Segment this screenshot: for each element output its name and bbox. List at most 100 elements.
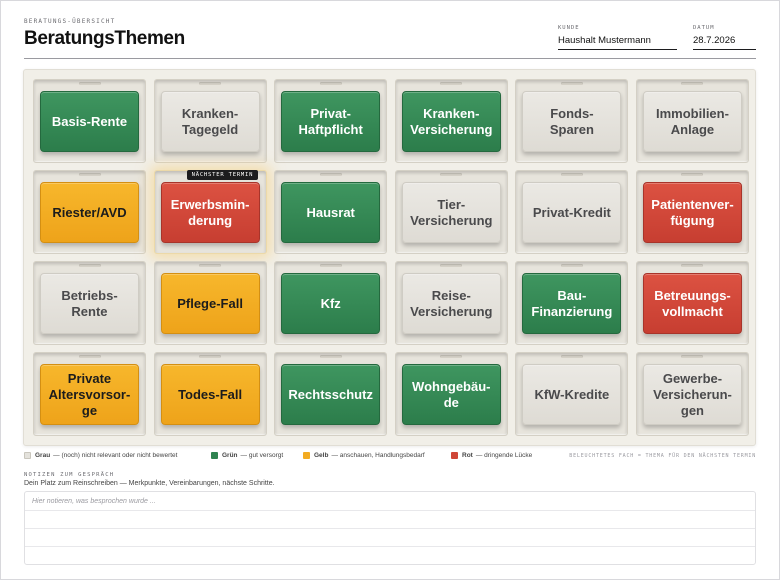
topic-tile-label: Kranken- Tagegeld <box>181 105 239 137</box>
slot-notch <box>78 355 101 358</box>
topic-tile[interactable]: Tier- Versicherung <box>401 182 501 243</box>
kunde-input[interactable]: Haushalt Mustermann <box>558 35 677 50</box>
page-eyebrow: BERATUNGS-ÜBERSICHT <box>24 18 116 25</box>
topic-tile[interactable]: Kfz <box>281 273 381 334</box>
topic-tile-label: Riester/AVD <box>52 204 127 220</box>
slot-notch <box>560 355 583 358</box>
topic-tile-label: Patientenver- fügung <box>651 196 734 228</box>
topic-slot: Rechtsschutz <box>274 352 388 436</box>
slot-notch <box>440 82 463 85</box>
topic-tile[interactable]: Bau- Finanzierung <box>522 273 622 334</box>
topic-tile[interactable]: Gewerbe- Versicherun- gen <box>642 364 742 425</box>
topic-tile[interactable]: Pflege-Fall <box>160 273 260 334</box>
topic-tile[interactable]: Hausrat <box>281 182 381 243</box>
topic-tile[interactable]: Fonds-Sparen <box>522 91 622 152</box>
legend: Grau — (noch) nicht relevant oder nicht … <box>24 452 756 464</box>
topic-tile-label: Reise- Versicherung <box>410 287 493 319</box>
topic-tile[interactable]: Basis-Rente <box>40 91 139 152</box>
legend-name: Grau <box>35 452 51 459</box>
header: BERATUNGS-ÜBERSICHT BeratungsThemen KUND… <box>24 18 756 58</box>
topic-tile-label: Rechtsschutz <box>288 386 373 402</box>
topic-tile[interactable]: Private Altersvorsor- ge <box>40 364 139 425</box>
legend-name: Rot <box>462 452 473 459</box>
topic-tile-label: Tier- Versicherung <box>410 196 493 228</box>
datum-input[interactable]: 28.7.2026 <box>693 35 756 50</box>
topic-tile[interactable]: Betreuungs- vollmacht <box>642 273 742 334</box>
topic-tile[interactable]: Rechtsschutz <box>281 364 381 425</box>
notes-heading: NOTIZEN ZUM GESPRÄCH <box>24 472 115 478</box>
topic-board: Basis-Rente Kranken- Tagegeld Privat- Haft… <box>23 69 756 446</box>
legend-name: Grün <box>222 452 238 459</box>
topic-slot: Riester/AVD <box>33 170 146 254</box>
slot-notch <box>199 264 222 267</box>
legend-item-grau: Grau — (noch) nicht relevant oder nicht … <box>24 452 177 459</box>
legend-swatch-rot <box>451 452 458 459</box>
slot-notch <box>199 355 222 358</box>
legend-hint: BELEUCHTETES FACH = THEMA FÜR DEN NÄCHST… <box>569 453 756 459</box>
slot-notch <box>681 82 704 85</box>
topic-slot: KfW-Kredite <box>515 352 629 436</box>
topic-slot: Kfz <box>274 261 388 345</box>
topic-slot: NÄCHSTER TERMIN Erwerbsmin- derung <box>153 170 267 254</box>
legend-swatch-grau <box>24 452 31 459</box>
notes-textarea[interactable]: Hier notieren, was besprochen wurde ... <box>24 491 756 565</box>
slot-notch <box>440 173 463 176</box>
topic-tile[interactable]: Betriebs- Rente <box>40 273 139 334</box>
topic-tile[interactable]: Wohngebäu- de <box>401 364 501 425</box>
legend-item-gruen: Grün — gut versorgt <box>211 452 283 459</box>
datum-field: DATUM 28.7.2026 <box>693 25 756 50</box>
topic-tile[interactable]: KfW-Kredite <box>522 364 622 425</box>
topic-tile[interactable]: Immobilien- Anlage <box>642 91 742 152</box>
header-divider <box>24 58 756 59</box>
legend-name: Gelb <box>314 452 329 459</box>
slot-notch <box>681 355 704 358</box>
topic-tile[interactable]: Kranken- Versicherung <box>401 91 501 152</box>
topic-tile-label: Hausrat <box>306 204 355 220</box>
topic-slot: Patientenver- fügung <box>635 170 749 254</box>
page-title: BeratungsThemen <box>24 28 185 49</box>
topic-tile-label: Erwerbsmin- derung <box>170 196 250 228</box>
legend-swatch-gruen <box>211 452 218 459</box>
slot-notch <box>440 264 463 267</box>
topic-slot: Kranken- Versicherung <box>394 79 508 163</box>
topic-grid: Basis-Rente Kranken- Tagegeld Privat- Haft… <box>33 79 749 436</box>
slot-notch <box>319 355 342 358</box>
slot-notch <box>78 264 101 267</box>
topic-slot: Wohngebäu- de <box>394 352 508 436</box>
topic-slot: Betriebs- Rente <box>33 261 146 345</box>
topic-tile[interactable]: Patientenver- fügung <box>642 182 742 243</box>
topic-tile[interactable]: Privat- Haftpflicht <box>281 91 381 152</box>
topic-slot: Bau- Finanzierung <box>515 261 629 345</box>
topic-tile[interactable]: Reise- Versicherung <box>401 273 501 334</box>
legend-item-gelb: Gelb — anschauen, Handlungsbedarf <box>303 452 425 459</box>
notes-rule <box>25 546 755 547</box>
topic-slot: Kranken- Tagegeld <box>153 79 267 163</box>
legend-text: — anschauen, Handlungsbedarf <box>331 452 425 459</box>
topic-tile[interactable]: Privat-Kredit <box>522 182 622 243</box>
topic-tile[interactable]: Todes-Fall <box>160 364 260 425</box>
topic-tile-label: Kranken- Versicherung <box>410 105 493 137</box>
next-appointment-badge: NÄCHSTER TERMIN <box>186 170 259 180</box>
topic-tile[interactable]: Erwerbsmin- derung <box>160 182 260 243</box>
topic-tile-label: KfW-Kredite <box>534 386 610 402</box>
topic-tile-label: Fonds-Sparen <box>549 105 594 137</box>
topic-slot: Gewerbe- Versicherun- gen <box>635 352 749 436</box>
topic-tile-label: Privat-Kredit <box>532 204 611 220</box>
topic-slot: Immobilien- Anlage <box>635 79 749 163</box>
topic-tile-label: Bau- Finanzierung <box>531 287 613 319</box>
slot-notch <box>681 173 704 176</box>
legend-text: — (noch) nicht relevant oder nicht bewer… <box>53 452 178 459</box>
topic-slot: Basis-Rente <box>33 79 146 163</box>
topic-slot: Private Altersvorsor- ge <box>33 352 146 436</box>
notes-rule <box>25 528 755 529</box>
topic-tile-label: Basis-Rente <box>51 113 128 129</box>
kunde-label: KUNDE <box>558 25 580 31</box>
legend-text: — gut versorgt <box>240 452 284 459</box>
slot-notch <box>78 173 101 176</box>
legend-text: — dringende Lücke <box>475 452 533 459</box>
slot-notch <box>560 264 583 267</box>
topic-tile[interactable]: Riester/AVD <box>40 182 139 243</box>
topic-tile[interactable]: Kranken- Tagegeld <box>160 91 260 152</box>
notes-placeholder: Hier notieren, was besprochen wurde ... <box>32 498 156 505</box>
topic-slot: Reise- Versicherung <box>394 261 508 345</box>
